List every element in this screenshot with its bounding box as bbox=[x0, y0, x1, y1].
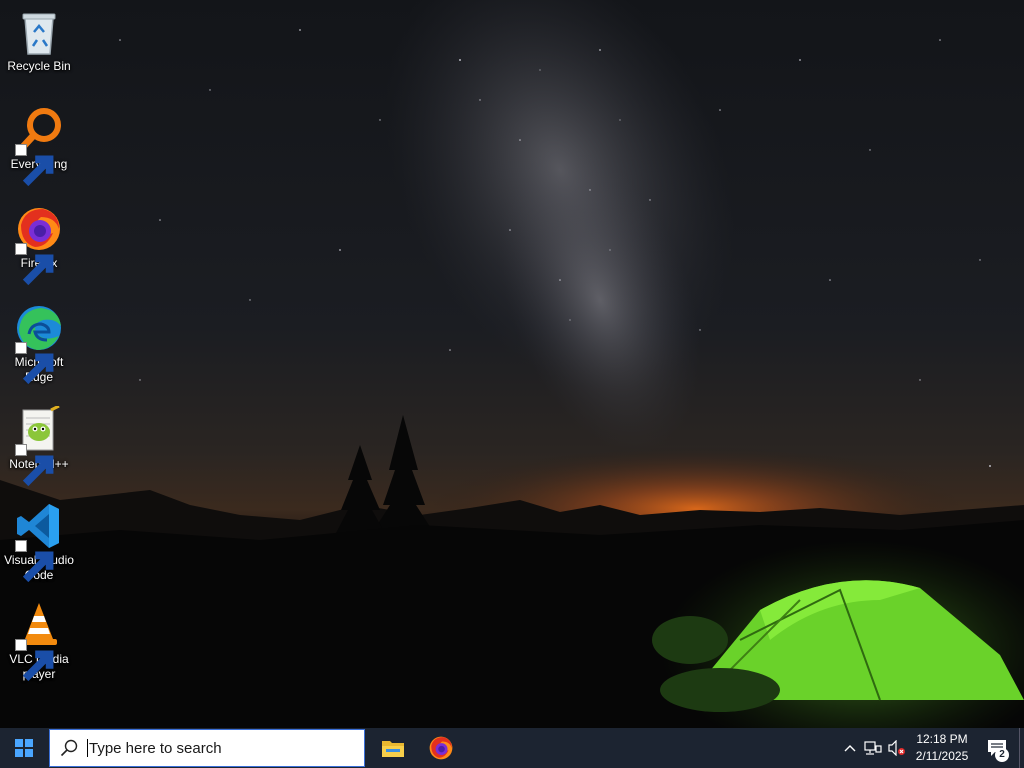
vlc-icon bbox=[15, 601, 63, 682]
vscode-icon bbox=[15, 502, 63, 583]
firefox-icon bbox=[15, 205, 63, 286]
desktop-icon-notepad-plus-plus[interactable]: Notepad++ bbox=[2, 406, 76, 487]
file-explorer-icon bbox=[382, 741, 404, 757]
start-button[interactable] bbox=[0, 728, 48, 768]
shortcut-arrow-icon bbox=[15, 444, 54, 487]
system-tray: 12:18 PM 2/11/2025 2 bbox=[839, 728, 1024, 768]
taskbar: Type here to search 12:18 PM 2/11/2025 2 bbox=[0, 728, 1024, 768]
desktop-icon-everything[interactable]: Everything bbox=[2, 106, 76, 187]
network-icon bbox=[864, 741, 882, 755]
notification-count-badge: 2 bbox=[995, 748, 1009, 762]
show-hidden-icons-button[interactable] bbox=[839, 728, 861, 768]
taskbar-file-explorer[interactable] bbox=[369, 728, 417, 768]
desktop-icon-microsoft-edge[interactable]: Microsoft Edge bbox=[2, 304, 76, 385]
desktop-icon-firefox[interactable]: Firefox bbox=[2, 205, 76, 286]
search-icon bbox=[60, 739, 78, 757]
everything-search-icon bbox=[15, 106, 63, 187]
volume-muted-icon bbox=[888, 740, 905, 756]
shortcut-arrow-icon bbox=[15, 342, 54, 385]
desktop-icon-vlc-media-player[interactable]: VLC media player bbox=[2, 601, 76, 682]
shortcut-arrow-icon bbox=[15, 243, 54, 286]
taskbar-firefox[interactable] bbox=[417, 728, 465, 768]
clock-time: 12:18 PM bbox=[916, 732, 968, 746]
network-button[interactable] bbox=[861, 728, 885, 768]
shortcut-arrow-icon bbox=[15, 639, 54, 682]
shortcut-arrow-icon bbox=[15, 144, 54, 187]
desktop-icon-visual-studio-code[interactable]: Visual Studio Code bbox=[2, 502, 76, 583]
edge-icon bbox=[15, 304, 63, 385]
text-caret bbox=[87, 739, 88, 757]
desktop-icon-recycle-bin[interactable]: Recycle Bin bbox=[2, 8, 76, 74]
clock-date: 2/11/2025 bbox=[915, 749, 969, 763]
search-placeholder: Type here to search bbox=[89, 739, 222, 757]
shortcut-arrow-icon bbox=[15, 540, 54, 583]
recycle-bin-icon bbox=[15, 8, 63, 56]
notepad-plus-plus-icon bbox=[15, 406, 63, 487]
desktop-icon-label: Recycle Bin bbox=[7, 59, 71, 73]
desktop-wallpaper[interactable] bbox=[0, 0, 1024, 728]
firefox-icon bbox=[429, 736, 453, 760]
taskbar-clock[interactable]: 12:18 PM 2/11/2025 bbox=[909, 731, 975, 765]
windows-logo-icon bbox=[15, 739, 33, 757]
chevron-up-icon bbox=[844, 745, 856, 752]
volume-button[interactable] bbox=[885, 728, 909, 768]
taskbar-search-box[interactable]: Type here to search bbox=[49, 729, 365, 767]
action-center-button[interactable]: 2 bbox=[975, 728, 1019, 768]
show-desktop-button[interactable] bbox=[1019, 728, 1024, 768]
